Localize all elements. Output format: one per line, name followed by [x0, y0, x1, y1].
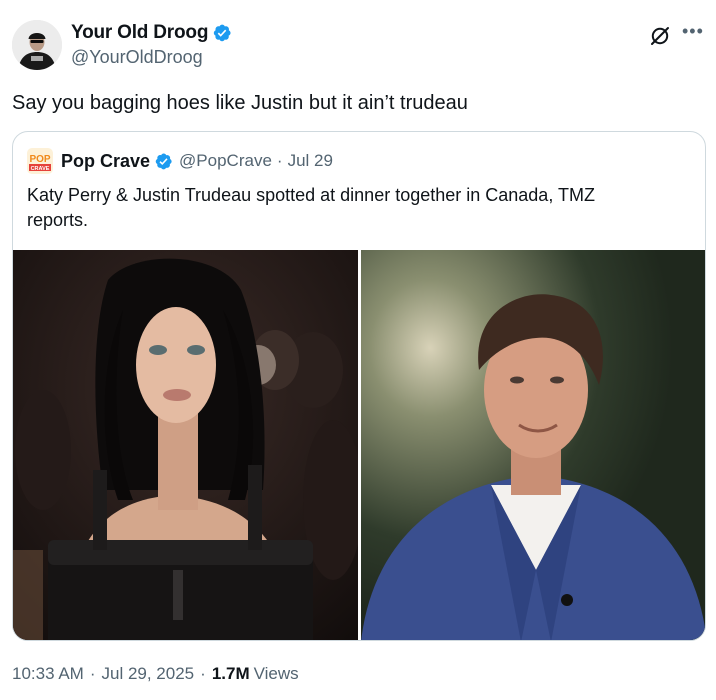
author-handle[interactable]: @YourOldDroog [71, 47, 232, 68]
photo-justin-trudeau[interactable] [361, 250, 705, 640]
more-icon[interactable]: ••• [682, 22, 706, 44]
author-name[interactable]: Your Old Droog [71, 22, 208, 44]
tweet-date[interactable]: Jul 29, 2025 [102, 664, 195, 684]
meta-separator: · [89, 664, 96, 683]
quoted-tweet[interactable]: POP CRAVE Pop Crave @PopCrave · Jul 29 K… [12, 131, 706, 641]
quote-header: POP CRAVE Pop Crave @PopCrave · Jul 29 [27, 148, 333, 174]
svg-text:POP: POP [29, 154, 50, 165]
quote-author-name: Pop Crave [61, 150, 151, 171]
meta-separator: · [200, 664, 206, 683]
author-avatar[interactable] [12, 20, 62, 70]
tweet: Your Old Droog @YourOldDroog ••• Say you… [0, 0, 716, 700]
tweet-text: Say you bagging hoes like Justin but it … [12, 92, 468, 114]
verified-badge-icon [154, 152, 173, 171]
tweet-time[interactable]: 10:33 AM [12, 664, 84, 684]
quote-author-handle: @PopCrave [179, 151, 272, 170]
author-block: Your Old Droog @YourOldDroog [71, 21, 232, 68]
photo-katy-perry[interactable] [13, 250, 358, 640]
grok-icon[interactable] [648, 24, 672, 48]
views-label: Views [253, 664, 299, 683]
quote-date: Jul 29 [287, 151, 333, 170]
user-avatar-icon [12, 20, 62, 70]
quote-text: Katy Perry & Justin Trudeau spotted at d… [27, 185, 595, 230]
quote-separator: · [276, 151, 283, 170]
svg-text:CRAVE: CRAVE [31, 166, 50, 172]
verified-badge-icon[interactable] [212, 23, 232, 43]
pop-crave-logo[interactable]: POP CRAVE [27, 148, 53, 174]
author-name-row: Your Old Droog [71, 21, 232, 45]
tweet-meta: 10:33 AM · Jul 29, 2025 · 1.7M Views [12, 664, 299, 684]
views-count[interactable]: 1.7M [212, 664, 250, 684]
